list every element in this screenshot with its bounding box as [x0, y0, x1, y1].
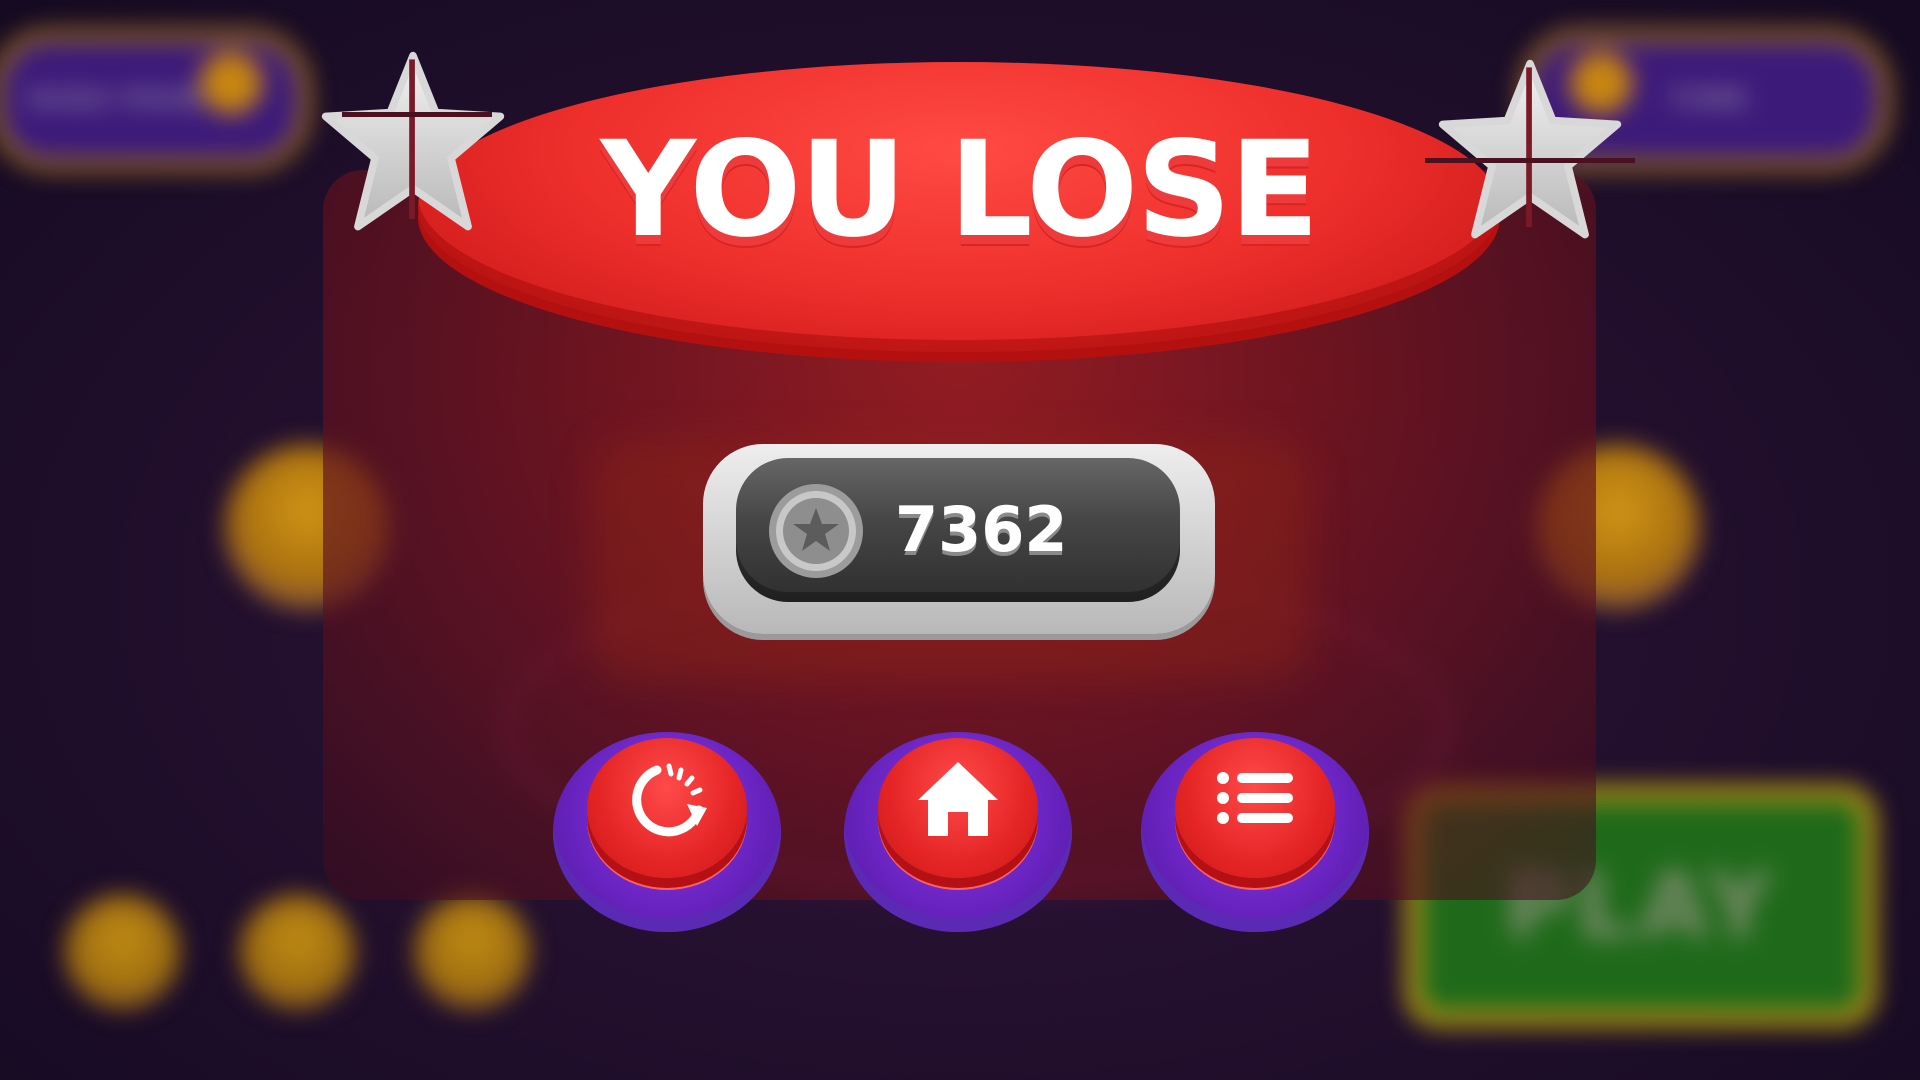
bg-bottom-icon-2: [240, 895, 355, 1010]
menu-button[interactable]: [1141, 722, 1369, 932]
home-button[interactable]: [844, 722, 1072, 932]
star-left-icon: [321, 51, 505, 231]
game-screen: HIGH POINT TIME PLAY YOU LOSE 7362: [0, 0, 1920, 1080]
bg-high-point-label: HIGH POINT: [28, 85, 222, 115]
star-left-strap: [342, 112, 492, 117]
score-value: 7362: [895, 493, 1068, 566]
bg-bottom-icon-3: [415, 895, 530, 1010]
you-lose-title: YOU LOSE: [600, 113, 1319, 267]
bg-bottom-icon-1: [65, 895, 180, 1010]
restart-arrow-icon: [632, 763, 707, 837]
bg-high-point-pill: HIGH POINT: [0, 30, 310, 170]
list-menu-icon: [1217, 772, 1293, 824]
star-right-icon: [1438, 59, 1622, 239]
star-right-strap: [1425, 158, 1635, 163]
home-icon: [918, 762, 998, 836]
restart-button[interactable]: [553, 722, 781, 932]
bg-time-label: TIME: [1670, 85, 1750, 115]
star-coin-icon: [769, 484, 863, 578]
bg-coin-icon: [200, 52, 262, 114]
